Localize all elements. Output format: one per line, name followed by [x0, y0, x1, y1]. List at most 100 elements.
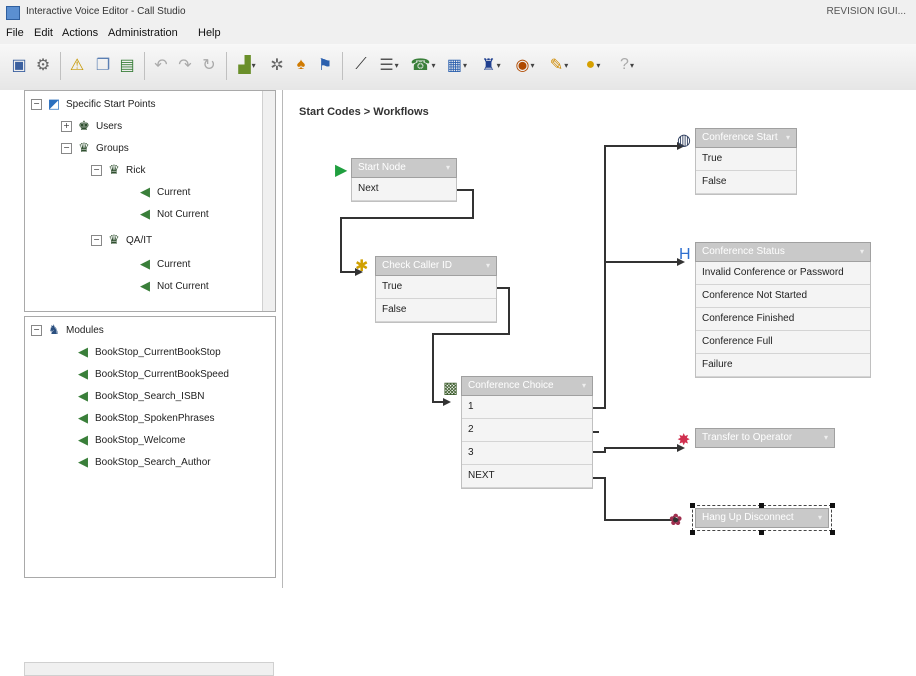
dropdown-icon[interactable]: ▾ [818, 508, 828, 528]
node-conference-status[interactable]: Conference Status ▾ Invalid Conference or… [695, 242, 871, 378]
tree-users[interactable]: + ♚ Users [61, 117, 122, 135]
module-item[interactable]: ◀ BookStop_CurrentBookSpeed [75, 365, 229, 383]
tree-groups[interactable]: − ♛ Groups [61, 139, 129, 157]
start-points-tree: − ◩ Specific Start Points + ♚ Users − ♛ … [24, 90, 276, 312]
tree-group-qa[interactable]: − ♛ QA/IT [91, 231, 152, 249]
save-icon[interactable]: ▣ [8, 54, 30, 76]
node-exit[interactable]: Conference Full [696, 331, 870, 354]
horizontal-scrollbar[interactable] [24, 662, 274, 676]
module-item[interactable]: ◀ BookStop_Search_ISBN [75, 387, 205, 405]
tree-current[interactable]: ◀ Current [137, 255, 190, 273]
collapse-icon[interactable]: − [91, 234, 102, 246]
module-item[interactable]: ◀ BookStop_Welcome [75, 431, 185, 449]
list-icon[interactable]: ☰ ▾ [374, 54, 404, 76]
paste-icon[interactable]: ▤ [116, 54, 138, 76]
app-icon [6, 6, 20, 20]
node-check[interactable]: Check Caller ID ▾ True False [375, 256, 497, 323]
phone-icon[interactable]: ☎ ▾ [408, 54, 438, 76]
current-icon: ◀ [140, 184, 150, 199]
card-icon[interactable]: ▦ ▾ [442, 54, 472, 76]
node-exit[interactable]: Conference Not Started [696, 285, 870, 308]
module-item[interactable]: ◀ BookStop_SpokenPhrases [75, 409, 215, 427]
node-exit[interactable]: NEXT [462, 465, 592, 488]
node-menu[interactable]: Conference Choice ▾ 1 2 3 NEXT [461, 376, 593, 489]
current-icon: ◀ [140, 256, 150, 271]
alert-icon[interactable]: ♠ [290, 54, 312, 76]
node-exit[interactable]: True [376, 276, 496, 299]
tree-group-rick[interactable]: − ♛ Rick [91, 161, 145, 179]
selection-handle[interactable] [759, 503, 764, 508]
selection-handle[interactable] [759, 530, 764, 535]
node-exit[interactable]: 2 [462, 419, 592, 442]
collapse-icon[interactable]: − [61, 142, 72, 154]
collapse-icon[interactable]: − [91, 164, 102, 176]
record-icon[interactable]: ◉ ▾ [510, 54, 540, 76]
node-transfer[interactable]: Transfer to Operator ▾ [695, 428, 835, 448]
edit-icon[interactable]: ✎ ▾ [544, 54, 574, 76]
node-exit[interactable]: False [696, 171, 796, 194]
warning-icon[interactable]: ⚠ [66, 54, 88, 76]
tree-not-current[interactable]: ◀ Not Current [137, 277, 209, 295]
status-icon: H [679, 246, 691, 263]
undo-icon[interactable]: ↶ [150, 54, 172, 76]
collapse-icon[interactable]: − [31, 98, 42, 110]
dropdown-icon[interactable]: ▾ [486, 256, 496, 276]
tree-modules[interactable]: − ♞ Modules [31, 321, 104, 339]
collapse-icon[interactable]: − [31, 324, 42, 336]
module-icon: ◀ [78, 366, 88, 381]
play-icon: ▶ [335, 162, 348, 179]
expand-icon[interactable]: + [61, 120, 72, 132]
menu-administration[interactable]: Administration [108, 27, 178, 39]
group-icon: ♛ [108, 232, 120, 247]
selection-handle[interactable] [690, 530, 695, 535]
menu-edit[interactable]: Edit [34, 27, 53, 39]
dropdown-icon[interactable]: ▾ [860, 242, 870, 262]
stop-icon[interactable]: ● ▾ [578, 54, 608, 76]
selection-handle[interactable] [830, 530, 835, 535]
module-icon: ◀ [78, 454, 88, 469]
module-icon: ◀ [78, 388, 88, 403]
node-exit[interactable]: 1 [462, 396, 592, 419]
users-icon: ♚ [78, 118, 90, 133]
toolbar: ▣ ⚙ ⚠ ❐ ▤ ↶ ↷ ↻ ▟ ▾ ✲ ♠ ⚑ ⟋ ☰ ▾ ☎ ▾ ▦ ▾ ♜ ▾ ◉… [0, 44, 916, 91]
menu-help[interactable]: Help [198, 27, 221, 39]
conference-icon: ◍ [677, 132, 691, 149]
node-start[interactable]: Start Node ▾ Next [351, 158, 457, 202]
chart-icon[interactable]: ▟ ▾ [232, 54, 262, 76]
copy-icon[interactable]: ❐ [92, 54, 114, 76]
help-icon[interactable]: ? ▾ [612, 54, 642, 76]
tree-root[interactable]: − ◩ Specific Start Points [31, 95, 155, 113]
groups-icon: ♛ [78, 140, 90, 155]
node-exit[interactable]: False [376, 299, 496, 322]
refresh-icon[interactable]: ↻ [198, 54, 220, 76]
dropdown-icon[interactable]: ▾ [824, 428, 834, 448]
node-exit[interactable]: Invalid Conference or Password [696, 262, 870, 285]
user-icon[interactable]: ♜ ▾ [476, 54, 506, 76]
node-disconnect[interactable]: Hang Up Disconnect ▾ [692, 505, 832, 531]
gear-icon[interactable]: ✲ [266, 54, 288, 76]
menu-file[interactable]: File [6, 27, 24, 39]
redo-icon[interactable]: ↷ [174, 54, 196, 76]
flag-icon[interactable]: ⚑ [314, 54, 336, 76]
dropdown-icon[interactable]: ▾ [446, 158, 456, 178]
flow-canvas[interactable]: Start Codes > Workflows ▶ Start Node ▾ Ne… [283, 90, 916, 588]
dropdown-icon[interactable]: ▾ [786, 128, 796, 148]
line-icon[interactable]: ⟋ [350, 54, 372, 76]
module-item[interactable]: ◀ BookStop_CurrentBookStop [75, 343, 221, 361]
dropdown-icon[interactable]: ▾ [582, 376, 592, 396]
node-exit[interactable]: 3 [462, 442, 592, 465]
node-conference-start[interactable]: Conference Start ▾ True False [695, 128, 797, 195]
selection-handle[interactable] [830, 503, 835, 508]
vertical-scrollbar[interactable] [262, 91, 275, 311]
node-exit[interactable]: Failure [696, 354, 870, 377]
node-exit[interactable]: Next [352, 178, 456, 201]
tree-not-current[interactable]: ◀ Not Current [137, 205, 209, 223]
decision-icon: ✱ [355, 258, 369, 275]
module-item[interactable]: ◀ BookStop_Search_Author [75, 453, 211, 471]
node-exit[interactable]: True [696, 148, 796, 171]
menu-actions[interactable]: Actions [62, 27, 98, 39]
node-exit[interactable]: Conference Finished [696, 308, 870, 331]
tree-current[interactable]: ◀ Current [137, 183, 190, 201]
selection-handle[interactable] [690, 503, 695, 508]
settings-icon[interactable]: ⚙ [32, 54, 54, 76]
